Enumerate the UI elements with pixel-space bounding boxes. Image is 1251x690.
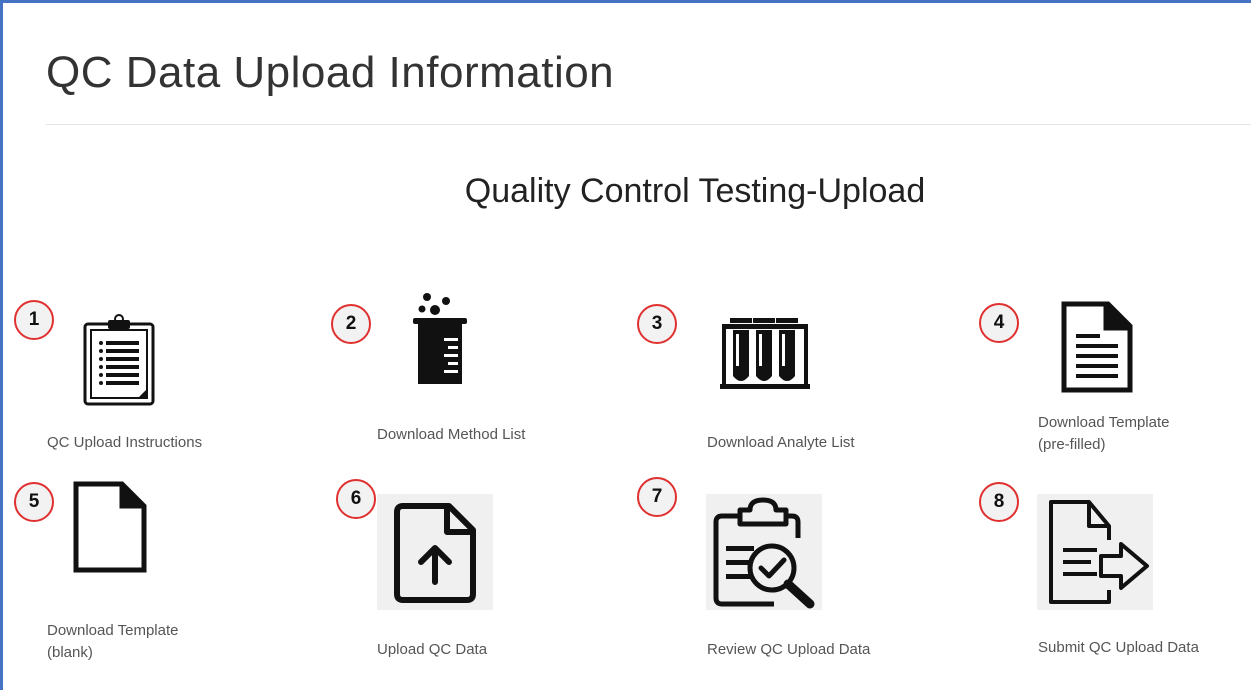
- clipboard-review-icon[interactable]: [706, 494, 822, 610]
- download-template-prefilled-link[interactable]: Download Template (pre-filled): [1038, 412, 1169, 456]
- test-tubes-icon[interactable]: [720, 318, 810, 390]
- label-line: Download Template: [1038, 414, 1170, 431]
- beaker-icon[interactable]: [410, 292, 470, 388]
- step-8-badge: 8: [979, 482, 1019, 522]
- document-submit-icon[interactable]: [1037, 494, 1153, 610]
- step-5-badge: 5: [14, 482, 54, 522]
- step-2-badge: 2: [331, 304, 371, 344]
- step-6-badge: 6: [336, 479, 376, 519]
- download-analyte-list-link[interactable]: Download Analyte List: [707, 432, 855, 454]
- label-line: Download Template: [47, 622, 179, 639]
- review-qc-upload-data-link[interactable]: Review QC Upload Data: [707, 639, 870, 661]
- blank-document-icon[interactable]: [72, 480, 148, 574]
- step-3-badge: 3: [637, 304, 677, 344]
- step-1-badge: 1: [14, 300, 54, 340]
- page-title: QC Data Upload Information: [46, 48, 615, 97]
- section-title: Quality Control Testing-Upload: [464, 172, 926, 210]
- qc-upload-instructions-link[interactable]: QC Upload Instructions: [47, 432, 202, 454]
- step-4-badge: 4: [979, 303, 1019, 343]
- upload-qc-data-link[interactable]: Upload QC Data: [377, 639, 487, 661]
- file-upload-icon[interactable]: [377, 494, 493, 610]
- title-divider: [46, 124, 1251, 125]
- filled-document-icon[interactable]: [1060, 300, 1134, 394]
- step-7-badge: 7: [637, 477, 677, 517]
- label-line: (pre-filled): [1038, 436, 1106, 453]
- submit-qc-upload-data-link[interactable]: Submit QC Upload Data: [1038, 637, 1199, 659]
- download-method-list-link[interactable]: Download Method List: [377, 424, 525, 446]
- label-line: (blank): [47, 644, 93, 661]
- download-template-blank-link[interactable]: Download Template (blank): [47, 620, 178, 664]
- clipboard-list-icon[interactable]: [82, 314, 158, 408]
